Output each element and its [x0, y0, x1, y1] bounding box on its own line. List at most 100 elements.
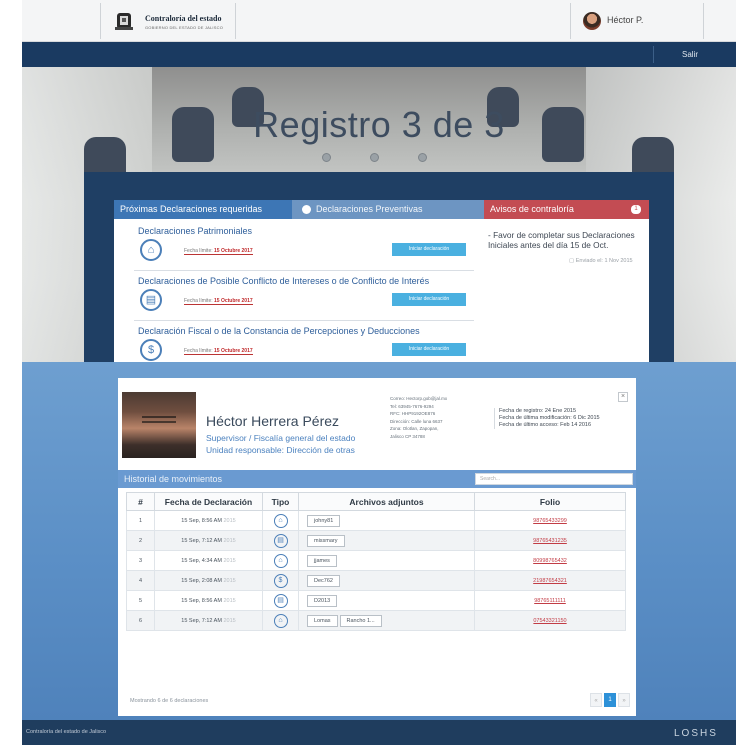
top-bar: Contraloría del estado GOBIERNO DEL ESTA…: [22, 0, 736, 42]
contact-line: Dirección: Calle luna 6637: [390, 418, 443, 424]
date-line: Fecha de último acceso: Feb 14 2016: [499, 422, 592, 428]
folio-link[interactable]: 80998765432: [533, 558, 567, 564]
row-number: 2: [126, 530, 155, 551]
attachment-chip[interactable]: missmary: [307, 534, 345, 547]
profile-role: Supervisor / Fiscalía general del estado: [206, 433, 356, 443]
history-header: Historial de movimientos Search...: [118, 470, 636, 488]
calendar-icon: ▢: [569, 258, 576, 264]
folio-link[interactable]: 98765111111: [534, 598, 566, 604]
folio-link[interactable]: 07543321150: [533, 618, 566, 624]
notices-header: Avisos de contraloría 1: [484, 200, 649, 219]
contact-line: Jalisco CP 34788: [390, 433, 425, 439]
history-table: # Fecha de Declaración Tipo Archivos adj…: [126, 492, 626, 631]
attachment-chip[interactable]: johny81: [307, 514, 341, 527]
deadline-label: Fecha límite:: [184, 248, 213, 254]
nav-divider: [653, 46, 654, 63]
row-date: 15 Sep, 4:34 AM 2015: [154, 550, 263, 571]
footer-brand-logo: LOSHS: [674, 728, 718, 739]
step-dot[interactable]: [370, 153, 379, 162]
table-row: 3 15 Sep, 4:34 AM 2015 ⌂ jjames 80998765…: [126, 550, 626, 571]
row-number: 3: [126, 550, 155, 571]
next-page-button[interactable]: »: [618, 693, 630, 707]
attachment-chip[interactable]: Dec762: [307, 574, 340, 587]
deadline: Fecha límite: 15 Octubre 2017: [184, 298, 253, 305]
search-input[interactable]: Search...: [475, 473, 633, 485]
deadline-date: 15 Octubre 2017: [214, 298, 253, 304]
contact-line: Zona: Olotlan, Zapopan,: [390, 426, 439, 431]
notice-sent-text: Enviado el: 1 Nov 2015: [575, 258, 633, 264]
attachment-chip[interactable]: jjames: [307, 554, 337, 567]
app-frame: Contraloría del estado GOBIERNO DEL ESTA…: [22, 0, 736, 745]
table-row: 2 15 Sep, 7:12 AM 2015 ▤ missmary 987654…: [126, 530, 626, 551]
notices-title: Avisos de contraloría: [490, 204, 574, 214]
start-declaration-button[interactable]: Iniciar declaración: [392, 343, 466, 356]
receipt-icon: $: [273, 573, 288, 588]
row-type: ▤: [262, 590, 299, 611]
row-folio: 98765433299: [474, 510, 626, 531]
row-type: ⌂: [262, 550, 299, 571]
date-text: 15 Sep, 8:56 AM: [181, 517, 222, 524]
row-type: ▤: [262, 530, 299, 551]
tab-preventive[interactable]: Declaraciones Preventivas: [292, 200, 486, 219]
document-icon: ▤: [273, 593, 288, 608]
date-line: Fecha de registro: 24 Ene 2015: [499, 408, 577, 414]
date-text: 15 Sep, 2:08 AM: [181, 577, 222, 584]
row-number: 6: [126, 610, 155, 631]
step-dot[interactable]: [418, 153, 427, 162]
year-text: 2015: [223, 617, 236, 624]
results-count: Mostrando 6 de 6 declaraciones: [130, 698, 209, 704]
year-text: 2015: [223, 537, 236, 544]
step-indicator: [322, 153, 442, 165]
org-logo[interactable]: Contraloría del estado GOBIERNO DEL ESTA…: [100, 3, 236, 39]
column-header: #: [126, 492, 155, 511]
user-name: Héctor P.: [607, 15, 644, 25]
house-icon: ⌂: [273, 613, 288, 628]
notices-count-badge[interactable]: 1: [631, 205, 641, 214]
declaration-title: Declaraciones Patrimoniales: [138, 226, 253, 236]
close-icon[interactable]: ×: [618, 392, 628, 402]
start-declaration-button[interactable]: Iniciar declaración: [392, 293, 466, 306]
row-type: $: [262, 570, 299, 591]
attachment-chip[interactable]: Rancho 1...: [339, 614, 382, 627]
row-number: 5: [126, 590, 155, 611]
date-text: 15 Sep, 7:12 AM: [181, 617, 222, 624]
step-dot[interactable]: [322, 153, 331, 162]
document-icon: ▤: [273, 533, 288, 548]
folio-link[interactable]: 21987654321: [533, 578, 567, 584]
year-text: 2015: [223, 597, 236, 604]
row-date: 15 Sep, 8:56 AM 2015: [154, 590, 263, 611]
avatar: [583, 12, 601, 30]
deadline-label: Fecha límite:: [184, 298, 213, 304]
year-text: 2015: [223, 577, 236, 584]
date-text: 15 Sep, 8:56 AM: [181, 597, 222, 604]
profile-unit: Unidad responsable: Dirección de otras: [206, 445, 355, 455]
footer: Contraloría del estado de Jalisco LOSHS: [22, 720, 736, 745]
column-header: Folio: [474, 492, 626, 511]
declaration-item: Declaraciones Patrimoniales ⌂ Fecha lími…: [114, 222, 486, 270]
tab-required[interactable]: Próximas Declaraciones requeridas: [114, 200, 292, 219]
attachment-chip[interactable]: Lomas: [307, 614, 338, 627]
attachment-chip[interactable]: D2013: [307, 594, 338, 607]
notice-message: - Favor de completar sus Declaraciones I…: [488, 230, 635, 250]
declaration-title: Declaración Fiscal o de la Constancia de…: [138, 326, 420, 336]
user-menu[interactable]: Héctor P.: [570, 3, 704, 39]
start-declaration-button[interactable]: Iniciar declaración: [392, 243, 466, 256]
photo-detail: [142, 416, 176, 423]
deadline: Fecha límite: 15 Octubre 2017: [184, 248, 253, 255]
column-header: Tipo: [262, 492, 299, 511]
folio-link[interactable]: 98765433299: [533, 518, 567, 524]
history-title: Historial de movimientos: [124, 474, 223, 484]
table-row: 1 15 Sep, 8:56 AM 2015 ⌂ johny81 9876543…: [126, 510, 626, 531]
column-header: Fecha de Declaración: [154, 492, 263, 511]
profile-dates: Fecha de registro: 24 Ene 2015 Fecha de …: [494, 408, 634, 429]
page-1-button[interactable]: 1: [604, 693, 616, 707]
date-text: 15 Sep, 4:34 AM: [181, 557, 222, 564]
page-title: Registro 3 de 3: [253, 104, 505, 145]
logout-link[interactable]: Salir: [682, 50, 698, 59]
deadline-label: Fecha límite:: [184, 348, 213, 354]
nav-bar: Salir: [22, 42, 736, 67]
folio-link[interactable]: 98765431235: [533, 538, 567, 544]
document-icon: ▤: [140, 289, 162, 311]
org-subtitle: GOBIERNO DEL ESTADO DE JALISCO: [145, 25, 224, 30]
prev-page-button[interactable]: «: [590, 693, 602, 707]
